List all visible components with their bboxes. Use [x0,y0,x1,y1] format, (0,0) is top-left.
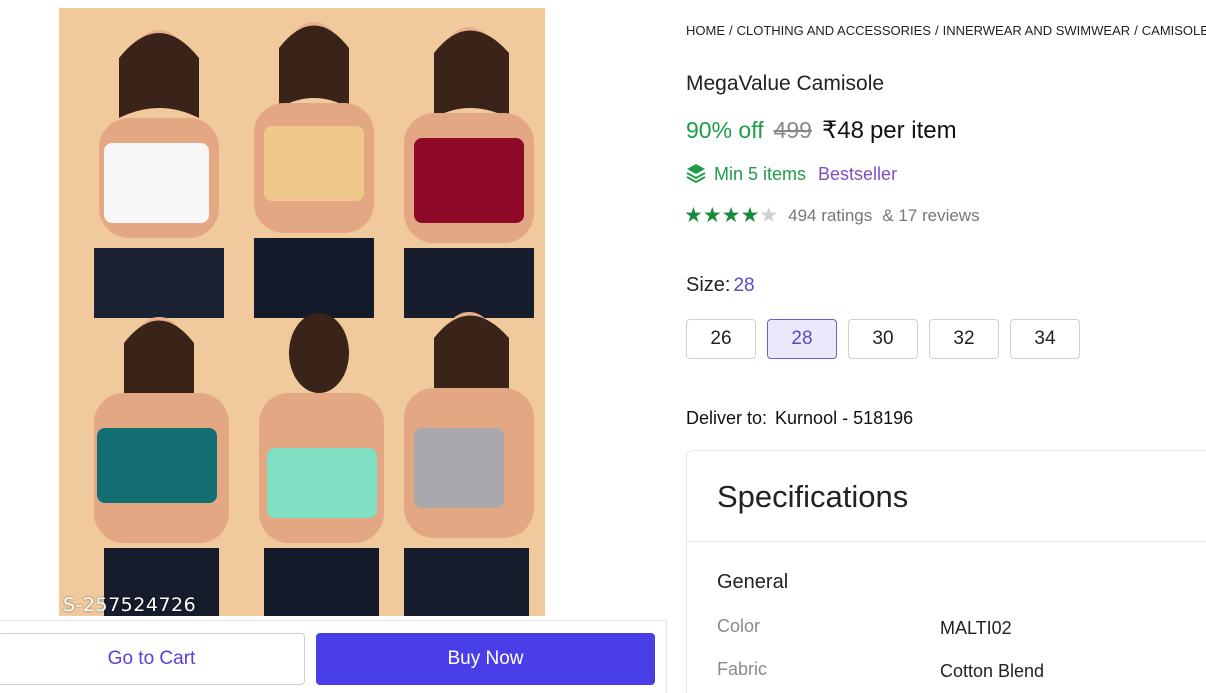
size-label: Size: [686,274,731,296]
stack-icon [686,163,706,185]
product-image[interactable]: S-257524726 [59,8,545,616]
spec-key: Fabric [717,659,768,679]
specifications-card: Specifications General Color MALTI02 Fab… [686,450,1206,693]
star-icon: ★ [740,203,760,227]
spec-value: MALTI02 [940,618,1012,638]
star-icon: ★ [721,203,741,227]
delivery-location: Kurnool - 518196 [775,408,914,428]
ratings-count: 494 ratings [788,205,873,225]
size-options: 26 28 30 32 34 [686,319,1080,359]
min-items-row: Min 5 items Bestseller [686,163,897,185]
breadcrumb: HOME / CLOTHING AND ACCESSORIES / INNERWEAR … [686,23,1206,38]
breadcrumb-separator: / [729,23,733,38]
star-icon: ★ [759,203,779,227]
image-watermark: S-257524726 [63,594,197,616]
reviews-count: & 17 reviews [882,205,980,225]
size-label-row: Size: 28 [686,274,755,297]
breadcrumb-camisoles[interactable]: CAMISOLES A [1142,23,1206,38]
rating-stars: ★ ★ ★ ★ ★ [684,205,778,226]
specifications-divider [687,541,1206,542]
size-option-26[interactable]: 26 [686,319,756,359]
selected-size: 28 [733,275,755,296]
price-row: 90% off 499 ₹48 per item [686,116,957,145]
buy-now-button[interactable]: Buy Now [316,633,655,685]
bestseller-badge: Bestseller [818,163,898,184]
delivery-row[interactable]: Deliver to: Kurnool - 518196 [686,408,913,429]
product-photo-illustration [59,8,545,616]
price-suffix: per item [869,117,957,144]
breadcrumb-separator: / [934,23,939,38]
size-option-30[interactable]: 30 [848,319,918,359]
breadcrumb-separator: / [1134,23,1138,38]
spec-group-title: General [717,571,789,593]
product-title: MegaValue Camisole [686,72,885,95]
star-icon: ★ [684,203,703,227]
star-icon: ★ [702,203,722,227]
specifications-title: Specifications [717,479,909,514]
discount-label: 90% off [686,117,764,143]
delivery-label: Deliver to: [686,408,768,428]
breadcrumb-innerwear[interactable]: INNERWEAR AND SWIMWEAR [943,23,1131,38]
action-bar: Go to Cart Buy Now [0,620,667,693]
min-items-label: Min 5 items [714,163,807,184]
mrp-price: 499 [773,117,812,143]
spec-key: Color [717,616,761,636]
breadcrumb-clothing[interactable]: CLOTHING AND ACCESSORIES [737,23,931,38]
size-option-34[interactable]: 34 [1010,319,1080,359]
breadcrumb-home[interactable]: HOME [686,23,725,38]
go-to-cart-button[interactable]: Go to Cart [0,633,305,685]
rating-row[interactable]: ★ ★ ★ ★ ★ 494 ratings & 17 reviews [684,205,980,226]
size-option-28[interactable]: 28 [767,319,837,359]
spec-value: Cotton Blend [940,661,1045,681]
selling-price: ₹48 [821,117,864,144]
size-option-32[interactable]: 32 [929,319,999,359]
